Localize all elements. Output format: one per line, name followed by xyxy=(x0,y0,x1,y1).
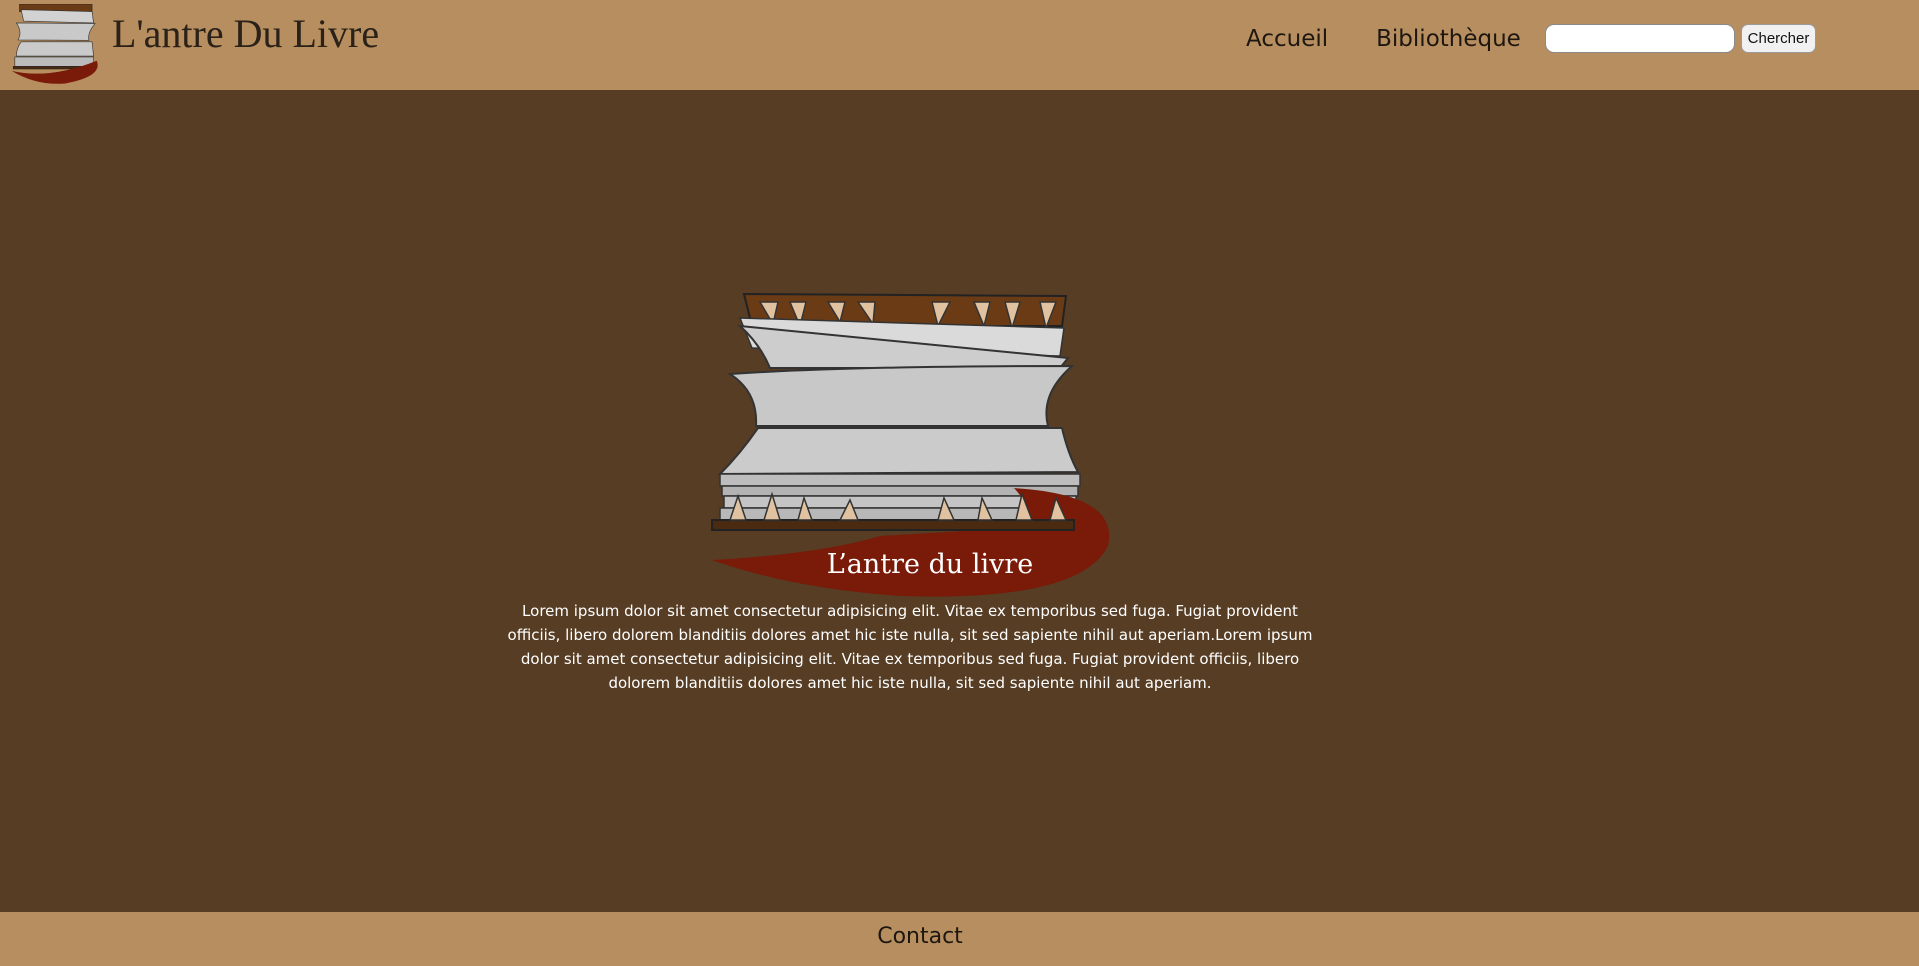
nav-accueil[interactable]: Accueil xyxy=(1246,26,1328,52)
search-input[interactable] xyxy=(1545,24,1735,53)
hero-logo-text: L’antre du livre xyxy=(826,549,1034,580)
site-header: L'antre Du Livre Accueil Bibliothèque Ch… xyxy=(0,0,1919,90)
site-title[interactable]: L'antre Du Livre xyxy=(112,10,379,57)
contact-link[interactable]: Contact xyxy=(0,924,1840,949)
nav-bibliotheque[interactable]: Bibliothèque xyxy=(1376,26,1521,52)
main-nav: Accueil Bibliothèque xyxy=(1246,26,1569,52)
site-logo-icon[interactable] xyxy=(6,4,110,86)
brand[interactable]: L'antre Du Livre xyxy=(6,4,379,86)
site-footer: Contact xyxy=(0,912,1919,966)
search-button[interactable]: Chercher xyxy=(1741,24,1816,53)
intro-text: Lorem ipsum dolor sit amet consectetur a… xyxy=(507,602,1313,692)
